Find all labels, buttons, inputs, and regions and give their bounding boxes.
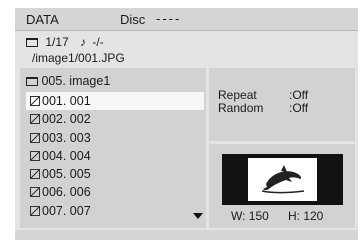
file-list-item[interactable]: 004. 004 [26,147,204,165]
file-list-item[interactable]: 007. 007 [26,202,204,220]
header-bar: DATA Disc ---- [15,8,358,31]
file-name: 001. 001 [42,94,91,108]
status-bar [15,230,358,240]
scroll-down-arrow-icon[interactable] [193,213,203,219]
image-file-icon [30,169,40,180]
file-name: 003. 003 [42,130,91,145]
folder-name: 005. image1 [41,74,111,88]
image-width: W: 150 [231,209,269,223]
file-path: /image1/001.JPG [32,51,125,65]
disc-value: ---- [156,11,182,26]
folder-icon [26,38,38,47]
image-file-icon [30,205,40,216]
music-note-icon: ♪ [80,35,87,49]
file-name: 005. 005 [42,167,91,182]
file-list-item[interactable]: 006. 006 [26,183,204,201]
image-height: H: 120 [288,209,324,223]
mode-title: DATA [26,12,59,27]
image-thumbnail [222,154,343,205]
file-name: 007. 007 [42,203,91,218]
file-name: 004. 004 [42,148,91,163]
music-value: -/- [92,35,104,49]
image-preview-panel: W: 150 H: 120 [209,144,355,228]
random-label: Random [218,101,264,115]
playback-settings-panel: Repeat :Off Random :Off [209,68,355,141]
file-name: 006. 006 [42,185,91,200]
file-list: 001. 001 002. 002 003. 003 004. 004 005. 005… [26,92,204,220]
data-player-window: DATA Disc ---- 1/17 ♪ -/- /image1/001.JP… [15,8,358,240]
random-value[interactable]: :Off [289,101,308,115]
current-folder[interactable]: 005. image1 [26,74,110,88]
track-number: 1/17 [45,35,69,49]
image-file-icon [30,187,40,198]
file-list-item[interactable]: 005. 005 [26,165,204,183]
file-list-item[interactable]: 001. 001 [26,92,204,111]
image-file-icon [30,132,40,143]
image-file-icon [30,114,40,125]
disc-label: Disc [120,12,146,27]
thumbnail-frame [248,158,317,201]
image-file-icon [30,150,40,161]
file-list-item[interactable]: 003. 003 [26,129,204,147]
file-list-panel: 005. image1 001. 001 002. 002 003. 003 004.… [20,68,206,228]
folder-icon [26,77,38,86]
file-list-item[interactable]: 002. 002 [26,110,204,128]
dolphin-thumbnail [261,165,305,194]
image-file-icon [30,96,40,106]
file-name: 002. 002 [42,112,91,127]
repeat-label: Repeat [218,88,257,102]
repeat-value[interactable]: :Off [289,88,308,102]
track-info: 1/17 ♪ -/- [26,35,104,49]
